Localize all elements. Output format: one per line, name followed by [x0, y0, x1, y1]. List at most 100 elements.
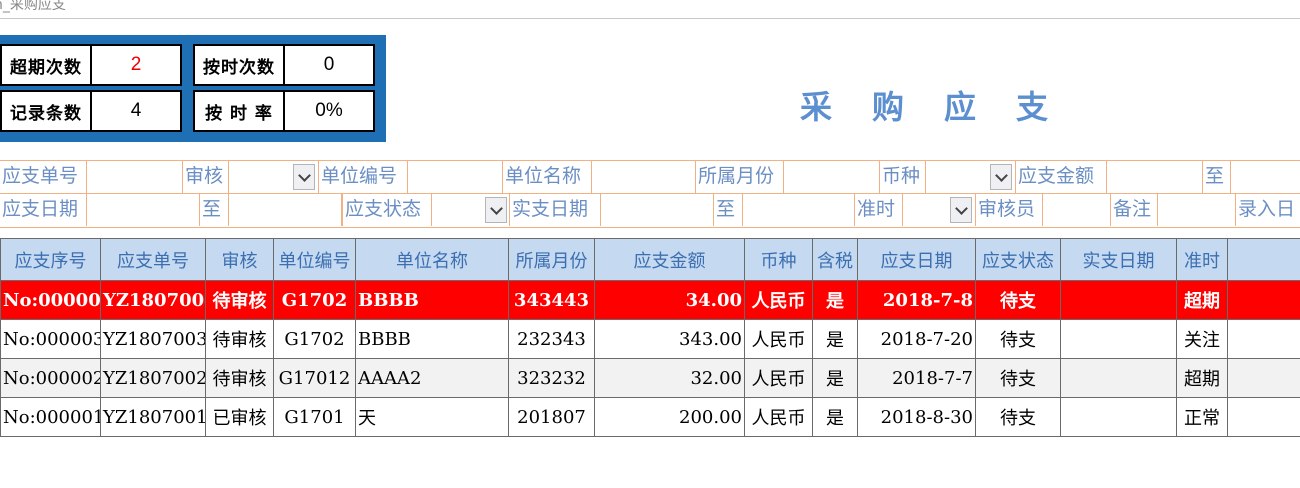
cell-seq[interactable]: No:000004 — [0, 280, 101, 320]
cell-payable-no[interactable]: YZ1807001 — [100, 397, 206, 437]
cell-ontime[interactable]: 关注 — [1176, 319, 1228, 359]
payable-date-from-input[interactable] — [87, 194, 200, 226]
cell-amount[interactable]: 343.00 — [594, 319, 745, 359]
cell-amount[interactable]: 32.00 — [594, 358, 745, 398]
table-row[interactable]: No:000001 YZ1807001 已审核 G1701 天 201807 2… — [0, 397, 1300, 437]
ontime-rate-label: 按 时 率 — [193, 90, 285, 132]
col-header-status[interactable]: 应支状态 — [975, 238, 1061, 281]
col-header-tax[interactable]: 含税 — [812, 238, 858, 281]
unit-code-input[interactable] — [408, 161, 503, 193]
cell-currency[interactable]: 人民币 — [744, 397, 813, 437]
cell-unit-code[interactable]: G1702 — [273, 280, 356, 320]
cell-currency[interactable]: 人民币 — [744, 280, 813, 320]
cell-seq[interactable]: No:000003 — [0, 319, 101, 359]
cell-extra[interactable] — [1227, 280, 1300, 320]
cell-tax[interactable]: 是 — [812, 358, 858, 398]
audit-dropdown-button[interactable] — [293, 164, 315, 190]
ontime-dropdown-button[interactable] — [950, 197, 972, 223]
table-row[interactable]: No:000003 YZ1807003 待审核 G1702 BBBB 23234… — [0, 319, 1300, 359]
col-header-audit[interactable]: 审核 — [205, 238, 274, 281]
col-header-month[interactable]: 所属月份 — [508, 238, 595, 281]
ontime-rate-value: 0% — [283, 90, 375, 132]
status-dropdown-button[interactable] — [485, 197, 507, 223]
filter-label-amount-to: 至 — [1203, 161, 1231, 193]
cell-ontime[interactable]: 超期 — [1176, 280, 1228, 320]
cell-tax[interactable]: 是 — [812, 319, 858, 359]
cell-actual-date[interactable] — [1060, 397, 1177, 437]
cell-month[interactable]: 232343 — [508, 319, 595, 359]
cell-status[interactable]: 待支 — [975, 397, 1061, 437]
cell-status[interactable]: 待支 — [975, 319, 1061, 359]
cell-payable-no[interactable]: YZ1807002 — [100, 358, 206, 398]
table-row[interactable]: No:000002 YZ1807002 待审核 G17012 AAAA2 323… — [0, 358, 1300, 398]
cell-seq[interactable]: No:000002 — [0, 358, 101, 398]
cell-amount[interactable]: 200.00 — [594, 397, 745, 437]
cell-ontime[interactable]: 正常 — [1176, 397, 1228, 437]
payable-date-to-input[interactable] — [229, 194, 342, 226]
cell-extra[interactable] — [1227, 358, 1300, 398]
cell-extra[interactable] — [1227, 319, 1300, 359]
actual-date-from-input[interactable] — [601, 194, 714, 226]
cell-payable-date[interactable]: 2018-7-8 — [857, 280, 976, 320]
filter-row-1: 应支单号 审核 单位编号 单位名称 所属月份 币种 应支金额 至 — [0, 160, 1300, 194]
cell-month[interactable]: 201807 — [508, 397, 595, 437]
cell-payable-no[interactable]: YZ1807003 — [100, 319, 206, 359]
cell-unit-name[interactable]: 天 — [355, 397, 509, 437]
cell-seq[interactable]: No:000001 — [0, 397, 101, 437]
cell-payable-date[interactable]: 2018-8-30 — [857, 397, 976, 437]
chevron-down-icon — [489, 201, 503, 215]
cell-audit[interactable]: 已审核 — [205, 397, 274, 437]
col-header-ontime[interactable]: 准时 — [1176, 238, 1228, 281]
cell-month[interactable]: 343443 — [508, 280, 595, 320]
cell-status[interactable]: 待支 — [975, 358, 1061, 398]
col-header-unit-name[interactable]: 单位名称 — [355, 238, 509, 281]
cell-audit[interactable]: 待审核 — [205, 280, 274, 320]
amount-from-input[interactable] — [1107, 161, 1203, 193]
cell-actual-date[interactable] — [1060, 358, 1177, 398]
filter-label-date-to: 至 — [200, 194, 229, 226]
col-header-payable-date[interactable]: 应支日期 — [857, 238, 976, 281]
cell-amount[interactable]: 34.00 — [594, 280, 745, 320]
cell-currency[interactable]: 人民币 — [744, 358, 813, 398]
filter-label-unit-name: 单位名称 — [503, 161, 592, 193]
record-count-value: 4 — [90, 90, 182, 132]
cell-status[interactable]: 待支 — [975, 280, 1061, 320]
cell-payable-date[interactable]: 2018-7-7 — [857, 358, 976, 398]
amount-to-input[interactable] — [1231, 161, 1300, 193]
col-header-payable-no[interactable]: 应支单号 — [100, 238, 206, 281]
cell-actual-date[interactable] — [1060, 319, 1177, 359]
ontime-count-value: 0 — [283, 44, 375, 86]
overdue-count-label: 超期次数 — [0, 44, 92, 86]
col-header-actual-date[interactable]: 实支日期 — [1060, 238, 1177, 281]
col-header-unit-code[interactable]: 单位编号 — [273, 238, 356, 281]
auditor-input[interactable] — [1043, 194, 1111, 226]
col-header-amount[interactable]: 应支金额 — [594, 238, 745, 281]
cell-payable-date[interactable]: 2018-7-20 — [857, 319, 976, 359]
cell-unit-code[interactable]: G1701 — [273, 397, 356, 437]
month-input[interactable] — [784, 161, 880, 193]
record-count-label: 记录条数 — [0, 90, 92, 132]
cell-extra[interactable] — [1227, 397, 1300, 437]
cell-unit-name[interactable]: AAAA2 — [355, 358, 509, 398]
col-header-currency[interactable]: 币种 — [744, 238, 813, 281]
cell-unit-code[interactable]: G17012 — [273, 358, 356, 398]
cell-unit-name[interactable]: BBBB — [355, 280, 509, 320]
payable-no-input[interactable] — [87, 161, 183, 193]
remark-input[interactable] — [1158, 194, 1236, 226]
cell-tax[interactable]: 是 — [812, 280, 858, 320]
currency-dropdown-button[interactable] — [990, 164, 1012, 190]
unit-name-input[interactable] — [592, 161, 696, 193]
cell-currency[interactable]: 人民币 — [744, 319, 813, 359]
cell-unit-code[interactable]: G1702 — [273, 319, 356, 359]
cell-audit[interactable]: 待审核 — [205, 319, 274, 359]
table-row[interactable]: No:000004 YZ1807004 待审核 G1702 BBBB 34344… — [0, 280, 1300, 320]
cell-actual-date[interactable] — [1060, 280, 1177, 320]
cell-tax[interactable]: 是 — [812, 397, 858, 437]
col-header-seq[interactable]: 应支序号 — [0, 238, 101, 281]
cell-ontime[interactable]: 超期 — [1176, 358, 1228, 398]
cell-audit[interactable]: 待审核 — [205, 358, 274, 398]
cell-month[interactable]: 323232 — [508, 358, 595, 398]
actual-date-to-input[interactable] — [743, 194, 855, 226]
cell-payable-no[interactable]: YZ1807004 — [100, 280, 206, 320]
cell-unit-name[interactable]: BBBB — [355, 319, 509, 359]
